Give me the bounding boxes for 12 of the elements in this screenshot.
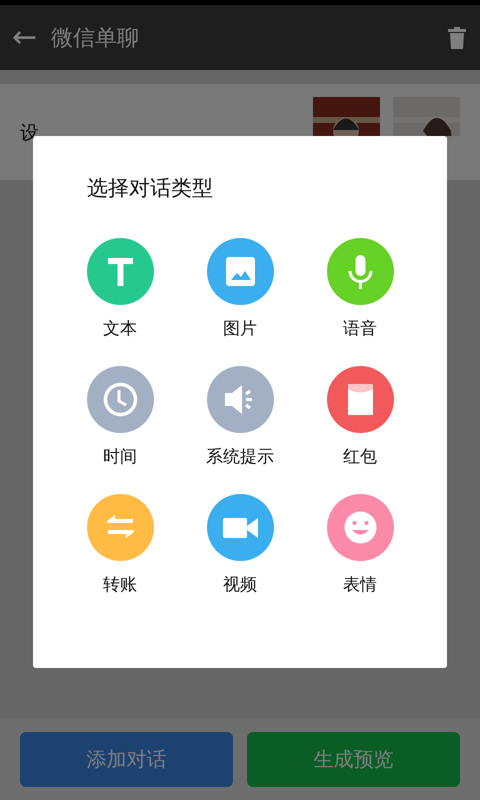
message-type-option[interactable]: 系统提示	[180, 366, 300, 468]
message-type-option[interactable]: 语音	[300, 238, 420, 340]
message-type-option[interactable]: 转账	[60, 494, 180, 596]
back-icon[interactable]: ←	[12, 22, 38, 52]
message-type-option[interactable]: 文本	[60, 238, 180, 340]
page-title: 微信单聊	[51, 24, 140, 52]
message-type-option[interactable]: 红包	[300, 366, 420, 468]
message-type-option[interactable]: 图片	[180, 238, 300, 340]
trash-icon[interactable]	[448, 26, 466, 48]
message-type-option[interactable]: 视频	[180, 494, 300, 596]
message-type-option[interactable]: 表情	[300, 494, 420, 596]
message-type-option[interactable]: 时间	[60, 366, 180, 468]
